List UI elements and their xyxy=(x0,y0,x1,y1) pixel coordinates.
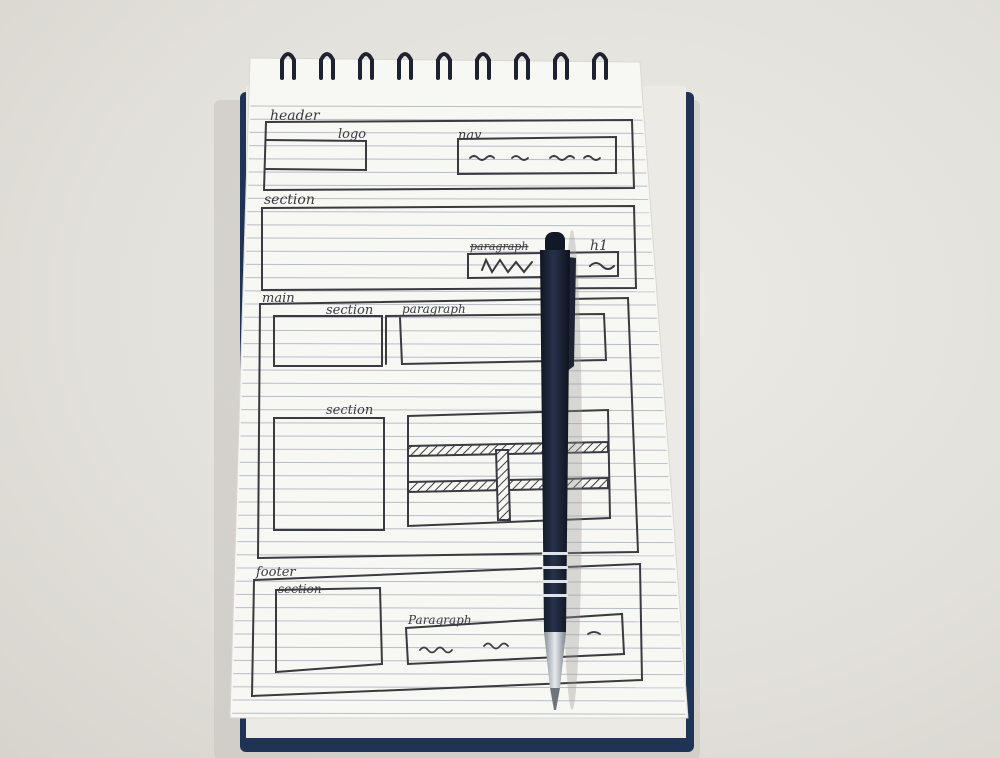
hero-section-label: section xyxy=(264,192,315,208)
main-section2-label: section xyxy=(326,403,373,418)
nav-label: nav xyxy=(458,128,482,143)
pen-icon xyxy=(540,230,582,710)
pen-band xyxy=(542,552,568,555)
logo-label: logo xyxy=(338,127,366,142)
pen-body xyxy=(540,250,570,632)
pen-band xyxy=(542,594,568,597)
pen-band xyxy=(542,566,568,569)
hero-paragraph-label: paragraph xyxy=(470,240,528,253)
hatched-bar-vertical xyxy=(494,449,512,521)
photo-scene: header logo nav section paragraph h1 mai… xyxy=(214,52,700,758)
main-paragraph-label: paragraph xyxy=(402,302,466,316)
pen-band xyxy=(542,580,568,583)
